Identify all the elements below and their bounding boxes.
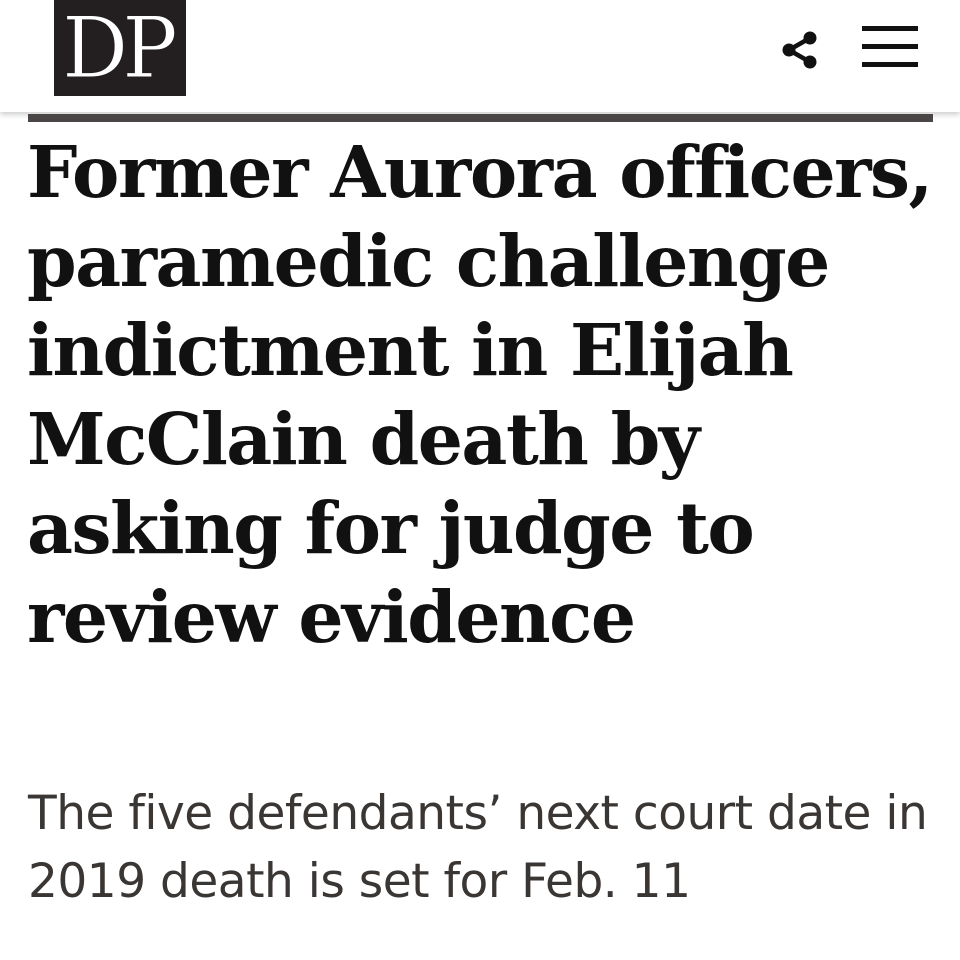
hamburger-menu-icon (862, 26, 918, 31)
menu-button[interactable] (860, 22, 920, 72)
site-logo[interactable]: DP (54, 0, 186, 97)
logo-text: DP (62, 0, 178, 97)
site-header: DP (0, 0, 960, 112)
menu-bar-middle (862, 44, 918, 49)
article-page: DP Former Aurora officers, paramedic cha… (0, 0, 960, 960)
menu-bar-bottom (862, 62, 918, 67)
share-icon (782, 31, 817, 69)
header-divider (28, 114, 933, 122)
share-button[interactable] (778, 28, 822, 72)
article-headline[interactable]: Former Aurora officers, paramedic challe… (27, 128, 933, 662)
article-subheadline: The five defendants’ next court date in … (28, 786, 928, 909)
